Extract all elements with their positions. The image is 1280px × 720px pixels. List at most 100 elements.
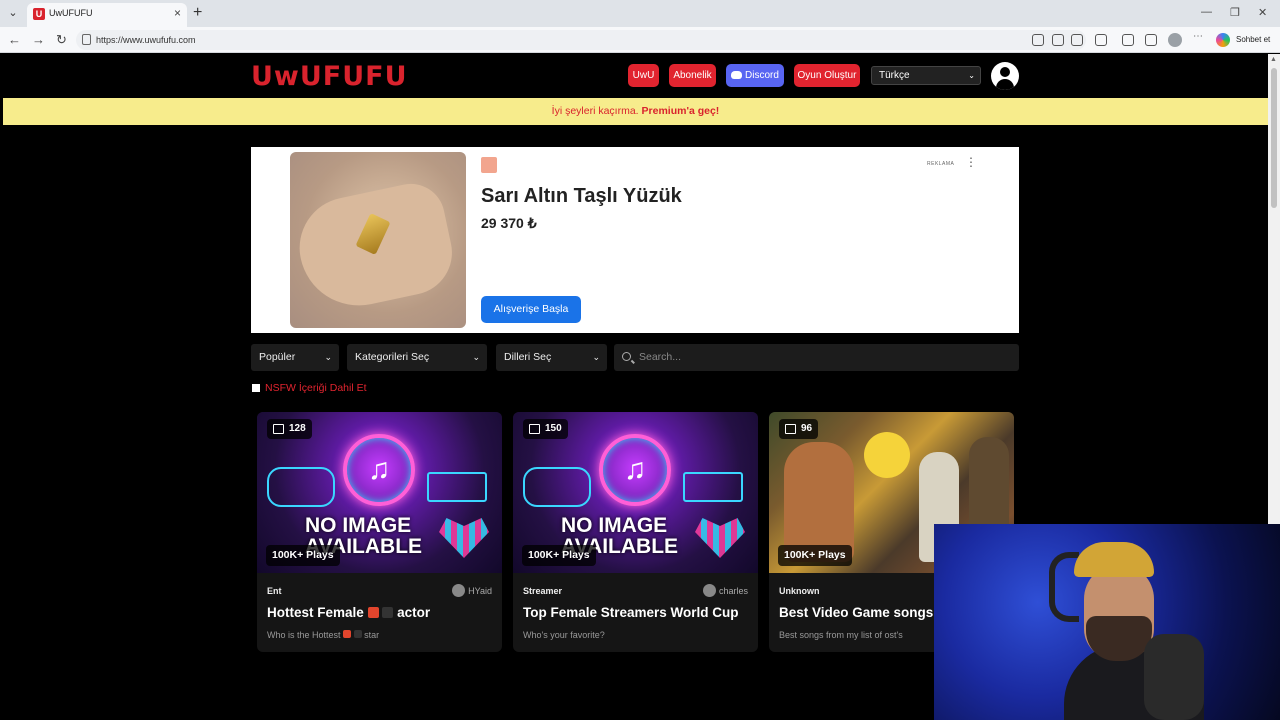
subscription-button[interactable]: Abonelik (669, 64, 716, 87)
category-select[interactable]: Kategorileri Seç ⌄ (347, 344, 487, 371)
cassette-icon (427, 472, 487, 502)
forward-arrow-icon[interactable]: → (32, 32, 45, 48)
search-placeholder: Search... (639, 351, 682, 363)
chevron-down-icon: ⌄ (968, 71, 975, 80)
card-author[interactable]: charles (702, 584, 748, 598)
create-game-button[interactable]: Oyun Oluştur (794, 64, 860, 87)
lock-icon (82, 34, 91, 45)
category-value: Kategorileri Seç (355, 351, 430, 363)
sort-select[interactable]: Popüler ⌄ (251, 344, 339, 371)
premium-promo-bar[interactable]: İyi şeyleri kaçırma. Premium'a geç! (3, 98, 1268, 125)
site-logo[interactable]: UwUFUFU (251, 61, 408, 92)
back-arrow-icon[interactable]: ← (8, 32, 21, 48)
language-value: Türkçe (879, 70, 910, 81)
card-desc-end: star (364, 630, 380, 640)
discord-icon (731, 71, 743, 79)
ad-price: 29 370 ₺ (481, 215, 537, 231)
item-count-badge: 150 (523, 419, 568, 439)
minimize-icon[interactable]: — (1201, 6, 1212, 18)
search-input[interactable]: Search... (614, 344, 1019, 371)
card-title[interactable]: Best Video Game songs (779, 605, 933, 620)
uwu-button[interactable]: UwU (628, 64, 659, 87)
card-thumbnail[interactable]: ♫ NO IMAGE AVAILABLE 150 100K+ Plays (513, 412, 758, 573)
ring-product-image[interactable] (290, 152, 466, 328)
collections-icon[interactable] (1145, 34, 1157, 46)
ad-options-kebab-icon[interactable]: ⋮ (965, 156, 977, 168)
game-character-figure (864, 432, 910, 478)
author-avatar-icon (702, 584, 716, 597)
nsfw-checkbox[interactable] (252, 384, 260, 392)
user-account-icon[interactable] (991, 62, 1019, 90)
card-category: Unknown (779, 586, 820, 596)
new-tab-plus-icon[interactable]: + (193, 4, 202, 22)
plays-badge: 100K+ Plays (266, 545, 340, 566)
tab-actions-chevron-icon[interactable]: ⌄ (4, 4, 22, 22)
chevron-down-icon: ⌄ (472, 352, 480, 362)
search-icon (622, 352, 631, 361)
cards-stack-icon (273, 424, 284, 434)
chevron-down-icon: ⌄ (592, 352, 600, 362)
language-select[interactable]: Türkçe ⌄ (871, 66, 981, 85)
author-avatar-icon (452, 584, 466, 597)
tab-title: UwUFUFU (49, 8, 93, 18)
item-count-badge: 96 (779, 419, 819, 439)
game-character-figure (784, 442, 854, 562)
discord-button[interactable]: Discord (726, 64, 784, 87)
plays-badge: 100K+ Plays (778, 545, 852, 566)
advertisement-banner[interactable]: REKLAMA ⋮ Sarı Altın Taşlı Yüzük 29 370 … (251, 147, 1019, 333)
card-title[interactable]: Hottest Female actor (267, 605, 430, 620)
advertiser-logo-icon (481, 157, 497, 173)
item-count-badge: 128 (267, 419, 312, 439)
game-card[interactable]: ♫ NO IMAGE AVAILABLE 150 100K+ Plays Str… (513, 412, 758, 652)
item-count: 150 (545, 423, 562, 434)
url-text: https://www.uwufufu.com (96, 35, 196, 45)
discord-label: Discord (745, 70, 779, 81)
card-category: Streamer (523, 586, 563, 596)
black-square-emoji (353, 630, 362, 638)
scrollbar-thumb[interactable] (1271, 68, 1277, 208)
settings-gear-icon[interactable] (1122, 34, 1134, 46)
gamepad-icon (267, 467, 335, 507)
card-author[interactable]: HYaid (452, 584, 492, 598)
more-menu-icon[interactable]: ⋯ (1193, 31, 1205, 43)
game-card[interactable]: ♫ NO IMAGE AVAILABLE 128 100K+ Plays Ent… (257, 412, 502, 652)
premium-link[interactable]: Premium'a geç! (642, 105, 720, 117)
read-aloud-icon[interactable] (1052, 34, 1064, 46)
extensions-icon[interactable] (1095, 34, 1107, 46)
orange-square-emoji (367, 607, 379, 618)
microphone-shape (1144, 634, 1204, 720)
cards-stack-icon (785, 424, 796, 434)
item-count: 96 (801, 423, 813, 434)
music-note-icon: ♫ (367, 453, 391, 486)
item-count: 128 (289, 423, 306, 434)
user-icon-head (1000, 67, 1010, 77)
maximize-icon[interactable]: ❐ (1230, 6, 1240, 19)
card-category: Ent (267, 586, 282, 596)
close-tab-icon[interactable]: × (174, 6, 181, 20)
favorite-star-icon[interactable] (1071, 34, 1083, 46)
sort-value: Popüler (259, 351, 296, 363)
ad-title[interactable]: Sarı Altın Taşlı Yüzük (481, 185, 682, 208)
author-name: HYaid (468, 586, 492, 596)
author-name: charles (718, 586, 748, 596)
uwufufu-favicon-icon: U (33, 8, 45, 20)
nsfw-label: NSFW İçeriği Dahil Et (265, 382, 367, 394)
scroll-up-arrow-icon[interactable]: ▲ (1270, 56, 1277, 63)
yellow-cap (1074, 542, 1154, 577)
gamepad-icon (523, 467, 591, 507)
url-field[interactable]: https://www.uwufufu.com (76, 30, 1086, 50)
profile-avatar-icon[interactable] (1168, 33, 1182, 47)
language-filter-value: Dilleri Seç (504, 351, 552, 363)
site-header: UwUFUFU UwU Abonelik Discord Oyun Oluştu… (3, 54, 1268, 98)
browser-tab[interactable]: U UwUFUFU × (27, 3, 187, 27)
chevron-down-icon: ⌄ (324, 352, 332, 362)
ad-label: REKLAMA (927, 161, 955, 167)
reload-icon[interactable]: ↻ (56, 32, 67, 48)
card-description: Who's your favorite? (523, 630, 605, 640)
language-filter-select[interactable]: Dilleri Seç ⌄ (496, 344, 607, 371)
close-window-icon[interactable]: ✕ (1258, 6, 1267, 19)
card-thumbnail[interactable]: ♫ NO IMAGE AVAILABLE 128 100K+ Plays (257, 412, 502, 573)
card-title[interactable]: Top Female Streamers World Cup (523, 605, 739, 620)
translate-icon[interactable] (1032, 34, 1044, 46)
ad-shop-button[interactable]: Alışverişe Başla (481, 296, 581, 323)
